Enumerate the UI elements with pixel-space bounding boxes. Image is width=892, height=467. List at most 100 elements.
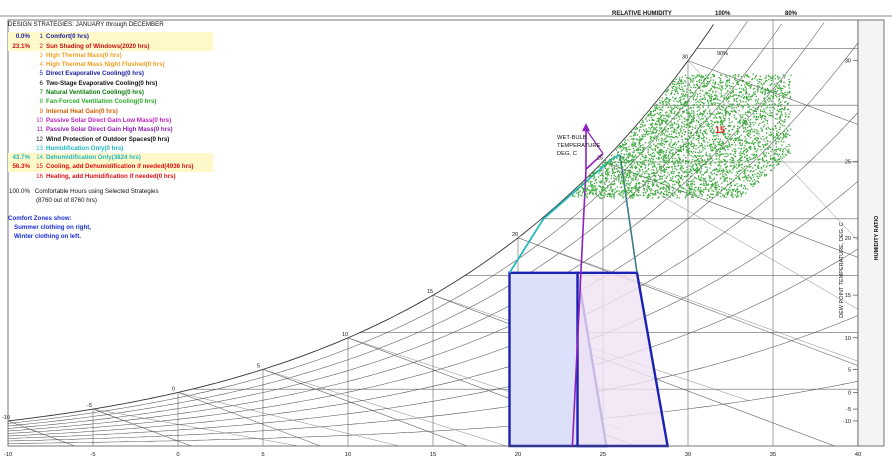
climate-data-point: [780, 81, 782, 83]
climate-data-point: [595, 178, 597, 181]
climate-data-point: [715, 152, 717, 154]
climate-data-point: [660, 114, 662, 116]
climate-data-point: [754, 100, 757, 102]
strategy-row[interactable]: 23.1% 2 Sun Shading of Windows(2020 hrs): [8, 41, 213, 51]
climate-data-point: [741, 143, 744, 145]
climate-data-point: [688, 153, 690, 155]
strategy-row[interactable]: 6 Two-Stage Evaporative Cooling(0 hrs): [8, 79, 213, 88]
climate-data-point: [671, 107, 673, 109]
climate-data-point: [696, 84, 698, 86]
climate-data-point: [783, 125, 785, 127]
climate-data-point: [577, 192, 579, 194]
strategy-row[interactable]: 43.7% 14 Dehumidification Only(3824 hrs): [8, 153, 213, 163]
climate-data-point: [587, 181, 589, 183]
climate-data-point: [776, 130, 778, 132]
climate-data-point: [626, 157, 628, 159]
climate-data-point: [622, 144, 624, 146]
climate-data-point: [690, 132, 692, 134]
climate-data-point: [733, 109, 735, 112]
climate-data-point: [662, 158, 664, 161]
climate-data-point: [622, 146, 624, 148]
climate-data-point: [780, 101, 782, 103]
climate-data-point: [720, 92, 722, 94]
climate-data-point: [742, 116, 744, 118]
climate-data-point: [668, 159, 670, 161]
climate-data-point: [757, 89, 759, 92]
strategy-row[interactable]: 4 High Thermal Mass Night Flushed(0 hrs): [8, 60, 213, 69]
climate-data-point: [653, 172, 656, 174]
climate-data-point: [748, 95, 750, 97]
climate-data-point: [743, 153, 745, 155]
climate-data-point: [629, 135, 632, 137]
climate-data-point: [699, 95, 702, 98]
strategy-row[interactable]: 16 Heating, add Humidification if needed(…: [8, 172, 213, 181]
climate-data-point: [728, 141, 730, 143]
climate-data-point: [672, 190, 674, 192]
climate-data-point: [712, 79, 714, 81]
climate-data-point: [647, 115, 649, 117]
strategy-row[interactable]: 7 Natural Ventilation Cooling(0 hrs): [8, 88, 213, 97]
climate-data-point: [666, 166, 668, 168]
climate-data-point: [678, 172, 680, 174]
climate-data-point: [721, 95, 723, 97]
climate-data-point: [779, 108, 782, 111]
climate-data-point: [703, 113, 705, 116]
x-tick-label: 35: [770, 452, 776, 458]
strategy-row[interactable]: 12 Wind Protection of Outdoor Spaces(0 hr…: [8, 135, 213, 144]
strategy-row[interactable]: 10 Passive Solar Direct Gain Low Mass(0 h…: [8, 116, 213, 125]
climate-data-point: [767, 148, 769, 150]
climate-data-point: [725, 127, 727, 130]
climate-data-point: [626, 172, 628, 174]
legend-title: DESIGN STRATEGIES: JANUARY through DECEM…: [8, 21, 164, 28]
climate-data-point: [747, 179, 749, 182]
climate-data-point: [790, 128, 792, 130]
climate-data-point: [665, 98, 667, 100]
strategy-row[interactable]: 0.0% 1 Comfort(0 hrs): [8, 32, 213, 42]
climate-data-point: [649, 185, 651, 188]
strategy-row[interactable]: 13 Humidification Only(0 hrs): [8, 144, 213, 153]
climate-data-point: [719, 160, 721, 162]
climate-data-point: [704, 148, 706, 150]
climate-data-point: [662, 152, 664, 154]
strategy-row[interactable]: 8 Fan-Forced Ventilation Cooling(0 hrs): [8, 97, 213, 106]
climate-data-point: [730, 110, 733, 112]
climate-data-point: [714, 81, 717, 83]
climate-data-point: [660, 127, 663, 129]
climate-data-point: [766, 122, 769, 125]
climate-data-point: [677, 81, 679, 83]
climate-data-point: [681, 103, 683, 105]
climate-data-point: [626, 193, 628, 196]
strategy-number: 14: [36, 154, 43, 162]
strategy-row[interactable]: 9 Internal Heat Gain(0 hrs): [8, 107, 213, 116]
climate-data-point: [709, 116, 711, 118]
climate-data-point: [698, 109, 700, 111]
climate-data-point: [638, 172, 640, 174]
climate-data-point: [770, 90, 772, 93]
strategy-row[interactable]: 11 Passive Solar Direct Gain High Mass(0 …: [8, 125, 213, 134]
climate-data-point: [626, 150, 628, 153]
climate-data-point: [626, 176, 628, 178]
climate-data-point: [686, 194, 688, 197]
strategy-row[interactable]: 56.3% 15 Cooling, add Dehumidification if …: [8, 162, 213, 172]
climate-data-point: [668, 191, 670, 194]
climate-data-point: [745, 97, 747, 99]
strategy-row[interactable]: 5 Direct Evaporative Cooling(0 hrs): [8, 69, 213, 78]
climate-data-point: [663, 150, 665, 152]
climate-data-point: [642, 121, 644, 123]
climate-data-point: [757, 130, 759, 132]
climate-data-point: [690, 107, 692, 109]
climate-data-point: [598, 166, 600, 168]
climate-data-point: [741, 105, 743, 107]
x-tick-label: 40: [855, 452, 861, 458]
climate-data-point: [720, 88, 722, 90]
climate-data-point: [719, 162, 721, 164]
strategy-row[interactable]: 3 High Thermal Mass(0 hrs): [8, 51, 213, 60]
climate-data-point: [593, 185, 595, 187]
climate-data-point: [647, 159, 649, 162]
climate-data-point: [630, 171, 633, 173]
climate-data-point: [742, 126, 744, 128]
climate-data-point: [593, 177, 595, 180]
climate-data-point: [672, 154, 674, 157]
climate-data-point: [672, 149, 674, 151]
comfort-zones-note: Comfort Zones show: Summer clothing on r…: [8, 214, 213, 241]
